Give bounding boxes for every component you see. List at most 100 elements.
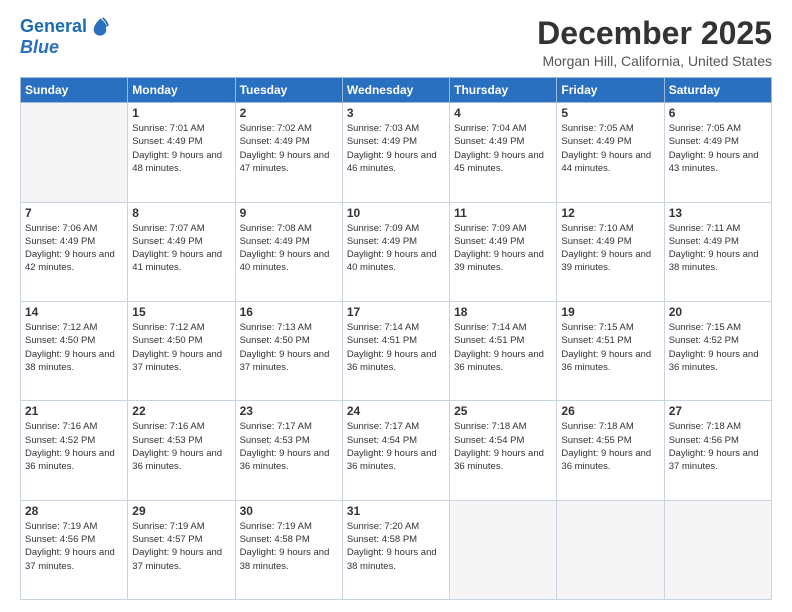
cell-info: Sunrise: 7:13 AMSunset: 4:50 PMDaylight:…	[240, 321, 338, 374]
logo-icon	[89, 16, 111, 38]
calendar-cell	[664, 500, 771, 599]
cell-info: Sunrise: 7:12 AMSunset: 4:50 PMDaylight:…	[132, 321, 230, 374]
title-area: December 2025 Morgan Hill, California, U…	[537, 16, 772, 69]
calendar-cell: 14 Sunrise: 7:12 AMSunset: 4:50 PMDayligh…	[21, 301, 128, 400]
calendar-cell: 10 Sunrise: 7:09 AMSunset: 4:49 PMDayligh…	[342, 202, 449, 301]
day-number: 31	[347, 504, 445, 518]
cell-info: Sunrise: 7:19 AMSunset: 4:57 PMDaylight:…	[132, 520, 230, 573]
weekday-header-saturday: Saturday	[664, 78, 771, 103]
day-number: 17	[347, 305, 445, 319]
location: Morgan Hill, California, United States	[537, 53, 772, 69]
day-number: 30	[240, 504, 338, 518]
calendar-table: SundayMondayTuesdayWednesdayThursdayFrid…	[20, 77, 772, 600]
logo-text: General	[20, 17, 87, 37]
cell-info: Sunrise: 7:18 AMSunset: 4:55 PMDaylight:…	[561, 420, 659, 473]
week-row-3: 14 Sunrise: 7:12 AMSunset: 4:50 PMDayligh…	[21, 301, 772, 400]
calendar-cell: 17 Sunrise: 7:14 AMSunset: 4:51 PMDayligh…	[342, 301, 449, 400]
calendar-cell: 13Sunrise: 7:11 AMSunset: 4:49 PMDayligh…	[664, 202, 771, 301]
weekday-header-friday: Friday	[557, 78, 664, 103]
cell-info: Sunrise: 7:11 AMSunset: 4:49 PMDaylight:…	[669, 222, 767, 275]
cell-info: Sunrise: 7:04 AMSunset: 4:49 PMDaylight:…	[454, 122, 552, 175]
calendar-cell: 26 Sunrise: 7:18 AMSunset: 4:55 PMDayligh…	[557, 401, 664, 500]
cell-info: Sunrise: 7:16 AMSunset: 4:53 PMDaylight:…	[132, 420, 230, 473]
cell-info: Sunrise: 7:06 AMSunset: 4:49 PMDaylight:…	[25, 222, 123, 275]
day-number: 28	[25, 504, 123, 518]
calendar-cell: 23 Sunrise: 7:17 AMSunset: 4:53 PMDayligh…	[235, 401, 342, 500]
calendar-cell: 15Sunrise: 7:12 AMSunset: 4:50 PMDayligh…	[128, 301, 235, 400]
calendar-cell: 25 Sunrise: 7:18 AMSunset: 4:54 PMDayligh…	[450, 401, 557, 500]
week-row-1: 1Sunrise: 7:01 AMSunset: 4:49 PMDaylight…	[21, 103, 772, 202]
calendar-cell: 9 Sunrise: 7:08 AMSunset: 4:49 PMDaylight…	[235, 202, 342, 301]
cell-info: Sunrise: 7:15 AMSunset: 4:51 PMDaylight:…	[561, 321, 659, 374]
day-number: 5	[561, 106, 659, 120]
calendar-cell	[450, 500, 557, 599]
logo-text-blue: Blue	[20, 38, 111, 58]
cell-info: Sunrise: 7:19 AMSunset: 4:56 PMDaylight:…	[25, 520, 123, 573]
calendar-cell: 18 Sunrise: 7:14 AMSunset: 4:51 PMDayligh…	[450, 301, 557, 400]
calendar-cell: 27 Sunrise: 7:18 AMSunset: 4:56 PMDayligh…	[664, 401, 771, 500]
cell-info: Sunrise: 7:14 AMSunset: 4:51 PMDaylight:…	[347, 321, 445, 374]
calendar-cell: 7Sunrise: 7:06 AMSunset: 4:49 PMDaylight…	[21, 202, 128, 301]
day-number: 4	[454, 106, 552, 120]
weekday-header-row: SundayMondayTuesdayWednesdayThursdayFrid…	[21, 78, 772, 103]
day-number: 23	[240, 404, 338, 418]
calendar-cell	[557, 500, 664, 599]
day-number: 26	[561, 404, 659, 418]
calendar-cell: 20Sunrise: 7:15 AMSunset: 4:52 PMDayligh…	[664, 301, 771, 400]
day-number: 27	[669, 404, 767, 418]
calendar-cell: 2 Sunrise: 7:02 AMSunset: 4:49 PMDaylight…	[235, 103, 342, 202]
day-number: 21	[25, 404, 123, 418]
cell-info: Sunrise: 7:17 AMSunset: 4:54 PMDaylight:…	[347, 420, 445, 473]
calendar-cell: 8Sunrise: 7:07 AMSunset: 4:49 PMDaylight…	[128, 202, 235, 301]
cell-info: Sunrise: 7:18 AMSunset: 4:54 PMDaylight:…	[454, 420, 552, 473]
day-number: 18	[454, 305, 552, 319]
calendar-cell: 29 Sunrise: 7:19 AMSunset: 4:57 PMDayligh…	[128, 500, 235, 599]
header: General Blue December 2025 Morgan Hill, …	[20, 16, 772, 69]
week-row-5: 28 Sunrise: 7:19 AMSunset: 4:56 PMDayligh…	[21, 500, 772, 599]
day-number: 25	[454, 404, 552, 418]
cell-info: Sunrise: 7:17 AMSunset: 4:53 PMDaylight:…	[240, 420, 338, 473]
calendar-cell: 22 Sunrise: 7:16 AMSunset: 4:53 PMDayligh…	[128, 401, 235, 500]
day-number: 16	[240, 305, 338, 319]
day-number: 10	[347, 206, 445, 220]
calendar-cell: 4 Sunrise: 7:04 AMSunset: 4:49 PMDaylight…	[450, 103, 557, 202]
weekday-header-tuesday: Tuesday	[235, 78, 342, 103]
calendar-cell: 31Sunrise: 7:20 AMSunset: 4:58 PMDayligh…	[342, 500, 449, 599]
weekday-header-wednesday: Wednesday	[342, 78, 449, 103]
day-number: 6	[669, 106, 767, 120]
cell-info: Sunrise: 7:15 AMSunset: 4:52 PMDaylight:…	[669, 321, 767, 374]
day-number: 9	[240, 206, 338, 220]
day-number: 3	[347, 106, 445, 120]
weekday-header-sunday: Sunday	[21, 78, 128, 103]
cell-info: Sunrise: 7:14 AMSunset: 4:51 PMDaylight:…	[454, 321, 552, 374]
cell-info: Sunrise: 7:09 AMSunset: 4:49 PMDaylight:…	[347, 222, 445, 275]
day-number: 22	[132, 404, 230, 418]
weekday-header-thursday: Thursday	[450, 78, 557, 103]
calendar-cell: 6Sunrise: 7:05 AMSunset: 4:49 PMDaylight…	[664, 103, 771, 202]
day-number: 19	[561, 305, 659, 319]
cell-info: Sunrise: 7:02 AMSunset: 4:49 PMDaylight:…	[240, 122, 338, 175]
cell-info: Sunrise: 7:18 AMSunset: 4:56 PMDaylight:…	[669, 420, 767, 473]
cell-info: Sunrise: 7:12 AMSunset: 4:50 PMDaylight:…	[25, 321, 123, 374]
cell-info: Sunrise: 7:05 AMSunset: 4:49 PMDaylight:…	[561, 122, 659, 175]
day-number: 2	[240, 106, 338, 120]
cell-info: Sunrise: 7:01 AMSunset: 4:49 PMDaylight:…	[132, 122, 230, 175]
month-title: December 2025	[537, 16, 772, 51]
week-row-4: 21Sunrise: 7:16 AMSunset: 4:52 PMDayligh…	[21, 401, 772, 500]
day-number: 11	[454, 206, 552, 220]
cell-info: Sunrise: 7:03 AMSunset: 4:49 PMDaylight:…	[347, 122, 445, 175]
calendar-cell: 24Sunrise: 7:17 AMSunset: 4:54 PMDayligh…	[342, 401, 449, 500]
day-number: 12	[561, 206, 659, 220]
cell-info: Sunrise: 7:09 AMSunset: 4:49 PMDaylight:…	[454, 222, 552, 275]
day-number: 14	[25, 305, 123, 319]
calendar-cell	[21, 103, 128, 202]
cell-info: Sunrise: 7:08 AMSunset: 4:49 PMDaylight:…	[240, 222, 338, 275]
calendar-cell: 3 Sunrise: 7:03 AMSunset: 4:49 PMDaylight…	[342, 103, 449, 202]
weekday-header-monday: Monday	[128, 78, 235, 103]
calendar-cell: 1Sunrise: 7:01 AMSunset: 4:49 PMDaylight…	[128, 103, 235, 202]
calendar-cell: 12Sunrise: 7:10 AMSunset: 4:49 PMDayligh…	[557, 202, 664, 301]
day-number: 29	[132, 504, 230, 518]
logo: General Blue	[20, 16, 111, 58]
day-number: 8	[132, 206, 230, 220]
calendar-cell: 19 Sunrise: 7:15 AMSunset: 4:51 PMDayligh…	[557, 301, 664, 400]
